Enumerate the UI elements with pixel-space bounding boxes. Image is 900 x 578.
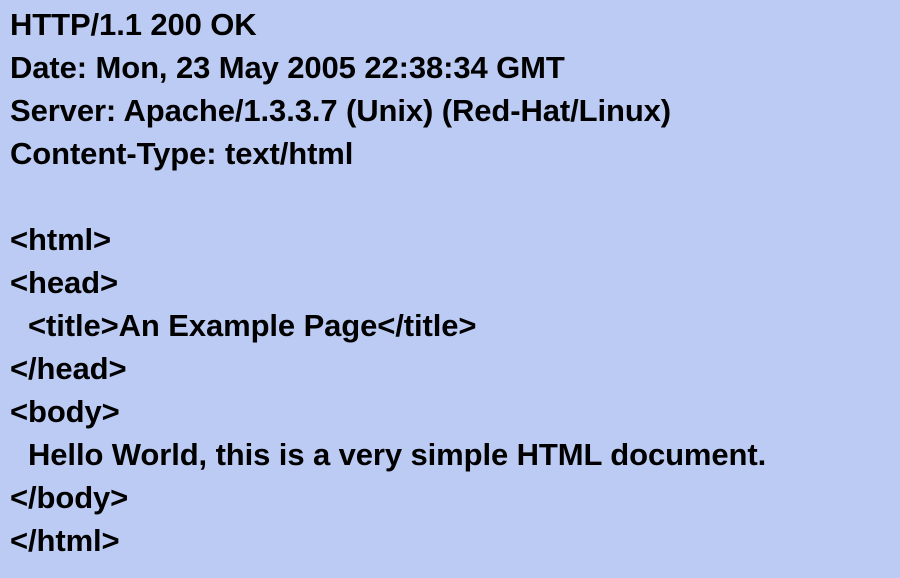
content-type-header: Content-Type: text/html (10, 136, 354, 171)
body-close-tag: </body> (10, 480, 129, 515)
date-header: Date: Mon, 23 May 2005 22:38:34 GMT (10, 50, 565, 85)
server-header: Server: Apache/1.3.3.7 (Unix) (Red-Hat/L… (10, 93, 672, 128)
body-text: Hello World, this is a very simple HTML … (28, 437, 767, 472)
http-response-document: HTTP/1.1 200 OK Date: Mon, 23 May 2005 2… (0, 0, 900, 578)
head-close-tag: </head> (10, 351, 127, 386)
html-close-tag: </html> (10, 523, 120, 558)
title-element: <title>An Example Page</title> (28, 308, 477, 343)
head-open-tag: <head> (10, 265, 118, 300)
blank-separator (10, 175, 900, 218)
status-line: HTTP/1.1 200 OK (10, 7, 257, 42)
html-open-tag: <html> (10, 222, 112, 257)
body-open-tag: <body> (10, 394, 120, 429)
